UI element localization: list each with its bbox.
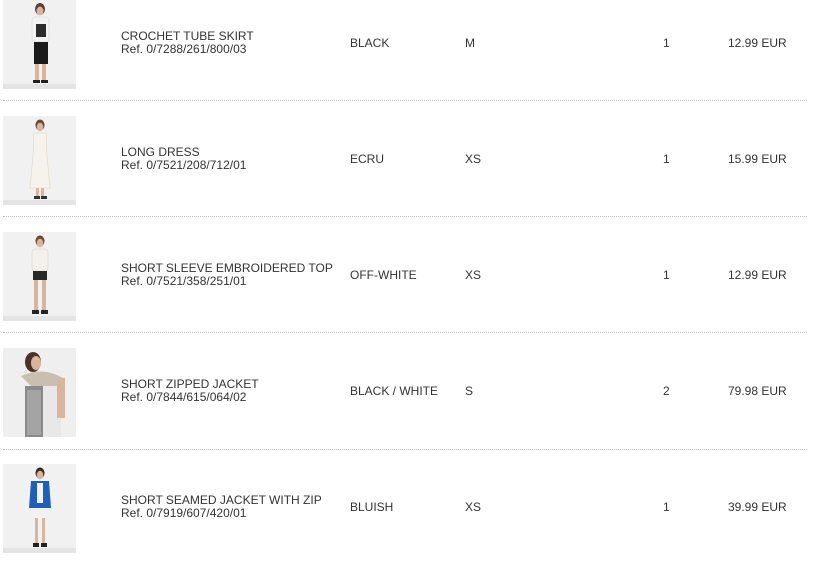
product-size: M [465,36,475,50]
product-size: XS [465,268,482,282]
row-divider [3,332,807,333]
model-figure-image [3,464,76,553]
order-item-row: CROCHET TUBE SKIRT Ref. 0/7288/261/800/0… [0,0,819,116]
product-quantity: 1 [663,36,670,50]
product-price: 79.98 EUR [728,384,787,398]
product-name-block: CROCHET TUBE SKIRT Ref. 0/7288/261/800/0… [121,30,254,56]
order-item-row: SHORT SLEEVE EMBROIDERED TOP Ref. 0/7521… [0,232,819,348]
order-item-row: SHORT ZIPPED JACKET Ref. 0/7844/615/064/… [0,348,819,464]
product-color: BLACK [350,36,390,50]
product-reference: Ref. 0/7521/358/251/01 [121,274,247,288]
product-thumbnail[interactable] [3,0,76,89]
product-quantity: 1 [663,268,670,282]
product-thumbnail[interactable] [3,116,76,205]
product-name-block: LONG DRESS Ref. 0/7521/208/712/01 [121,146,246,172]
product-price: 12.99 EUR [728,36,787,50]
row-divider [3,449,807,450]
product-color: BLUISH [350,500,394,514]
row-divider [3,216,807,217]
product-color: BLACK / WHITE [350,384,439,398]
product-reference: Ref. 0/7288/261/800/03 [121,42,247,56]
model-figure-image [3,116,76,205]
product-thumbnail[interactable] [3,464,76,553]
product-quantity: 1 [663,152,670,166]
product-price: 15.99 EUR [728,152,787,166]
product-size: XS [465,500,482,514]
model-figure-image [3,232,76,321]
product-thumbnail[interactable] [3,232,76,321]
product-color: OFF-WHITE [350,268,417,282]
product-reference: Ref. 0/7919/607/420/01 [121,506,247,520]
product-price: 12.99 EUR [728,268,787,282]
product-quantity: 1 [663,500,670,514]
model-figure-image [3,0,76,89]
product-size: XS [465,152,482,166]
product-thumbnail[interactable] [3,348,76,437]
product-name-block: SHORT SLEEVE EMBROIDERED TOP Ref. 0/7521… [121,262,333,288]
product-name-block: SHORT SEAMED JACKET WITH ZIP Ref. 0/7919… [121,494,322,520]
model-figure-image [3,348,76,437]
product-reference: Ref. 0/7521/208/712/01 [121,158,247,172]
order-item-row: SHORT SEAMED JACKET WITH ZIP Ref. 0/7919… [0,464,819,580]
product-reference: Ref. 0/7844/615/064/02 [121,390,247,404]
product-color: ECRU [350,152,385,166]
product-name-block: SHORT ZIPPED JACKET Ref. 0/7844/615/064/… [121,378,259,404]
product-quantity: 2 [663,384,670,398]
row-divider [3,100,807,101]
product-size: S [465,384,474,398]
order-item-row: LONG DRESS Ref. 0/7521/208/712/01 ECRU X… [0,116,819,232]
product-price: 39.99 EUR [728,500,787,514]
